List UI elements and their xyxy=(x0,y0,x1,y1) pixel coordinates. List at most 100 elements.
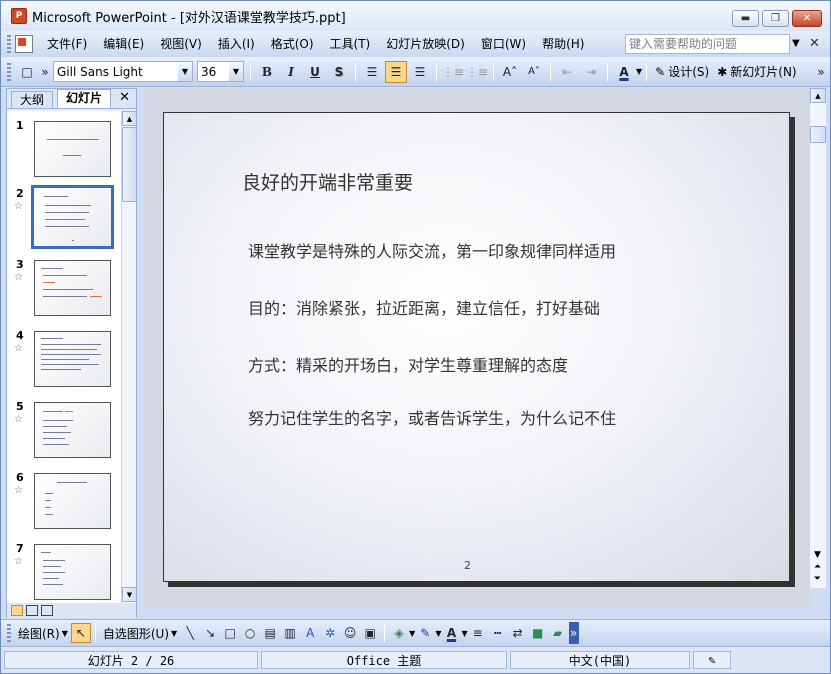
italic-button[interactable]: I xyxy=(280,61,302,83)
slide-thumbnail-row[interactable]: 3 ☆ xyxy=(7,256,121,327)
shadow-style-icon[interactable]: ■ xyxy=(528,623,548,643)
tab-slides[interactable]: 幻灯片 xyxy=(57,89,112,108)
slide-thumbnail-5[interactable] xyxy=(34,402,111,458)
thumbnails-scrollbar[interactable]: ▲ ▼ xyxy=(121,111,137,603)
font-size-select[interactable]: 36 ▼ xyxy=(197,61,244,82)
scrollbar-thumb[interactable] xyxy=(810,126,826,143)
new-document-icon[interactable]: □ xyxy=(16,61,38,83)
tab-outline[interactable]: 大纲 xyxy=(11,91,54,108)
powerpoint-app-icon[interactable]: P xyxy=(11,8,27,24)
arrow-style-icon[interactable]: ⇄ xyxy=(508,623,528,643)
slide-thumbnail-row[interactable]: 6 ☆ xyxy=(7,469,121,540)
help-dropdown-arrow-icon[interactable]: ▼ xyxy=(792,38,800,49)
toolbar-grip-handle[interactable] xyxy=(7,62,11,81)
align-center-icon[interactable]: ☰ xyxy=(385,60,407,83)
close-window-button[interactable]: ✕ xyxy=(792,10,822,27)
scroll-down-icon[interactable]: ▼ xyxy=(122,587,137,602)
menu-window[interactable]: 窗口(W) xyxy=(473,34,534,54)
scroll-down-icon[interactable]: ▼ xyxy=(814,549,821,561)
slide-body-line[interactable]: 课堂教学是特殊的人际交流，第一印象规律同样适用 xyxy=(248,238,616,262)
chevron-down-icon[interactable]: ▼ xyxy=(229,62,243,81)
close-document-icon[interactable]: ✕ xyxy=(809,36,820,51)
maximize-button[interactable]: ❐ xyxy=(762,10,789,27)
font-color-icon[interactable]: A xyxy=(441,623,461,643)
slide-body-line[interactable]: 方式：精采的开场白，对学生尊重理解的态度 xyxy=(248,352,568,376)
scrollbar-thumb[interactable] xyxy=(122,127,137,202)
toolbar-options-icon[interactable]: » xyxy=(816,61,826,83)
toolbar-options-icon[interactable]: » xyxy=(40,61,50,83)
menu-insert[interactable]: 插入(I) xyxy=(210,34,263,54)
close-pane-icon[interactable]: ✕ xyxy=(119,90,130,105)
slide-thumbnail-4[interactable] xyxy=(34,331,111,387)
minimize-button[interactable]: ▬ xyxy=(732,10,759,27)
new-slide-button[interactable]: ✱ 新幻灯片(N) xyxy=(713,63,800,80)
insert-picture-icon[interactable]: ▣ xyxy=(360,623,380,643)
line-color-icon[interactable]: ✎ xyxy=(415,623,435,643)
decrease-indent-icon[interactable]: ⇤ xyxy=(556,61,578,83)
textbox-tool-icon[interactable]: ▤ xyxy=(260,623,280,643)
font-color-dropdown-icon[interactable]: ▼ xyxy=(636,67,642,76)
font-color-icon[interactable]: A xyxy=(613,61,635,83)
slide-thumbnail-row[interactable]: 4 ☆ xyxy=(7,327,121,398)
current-slide[interactable]: 良好的开端非常重要 课堂教学是特殊的人际交流，第一印象规律同样适用 目的：消除紧… xyxy=(163,112,790,582)
slide-thumbnail-7[interactable] xyxy=(34,544,111,600)
menu-format[interactable]: 格式(O) xyxy=(263,34,322,54)
slide-thumbnail-row[interactable]: 1 xyxy=(7,117,121,188)
menu-help[interactable]: 帮助(H) xyxy=(534,34,592,54)
normal-view-icon[interactable] xyxy=(11,605,23,616)
slideshow-view-icon[interactable] xyxy=(41,605,53,616)
slide-thumbnail-row[interactable]: 2 ☆ xyxy=(7,184,121,256)
toolbar-options-icon[interactable]: » xyxy=(568,622,579,644)
3d-style-icon[interactable]: ▰ xyxy=(548,623,568,643)
menu-tools[interactable]: 工具(T) xyxy=(322,34,379,54)
help-search-input[interactable]: 键入需要帮助的问题 xyxy=(625,34,790,54)
chevron-down-icon[interactable]: ▼ xyxy=(178,62,192,81)
underline-button[interactable]: U xyxy=(304,61,326,83)
font-name-select[interactable]: Gill Sans Light ▼ xyxy=(53,61,193,82)
menu-file[interactable]: 文件(F) xyxy=(39,34,95,54)
increase-indent-icon[interactable]: ⇥ xyxy=(580,61,602,83)
select-pointer-icon[interactable]: ↖ xyxy=(70,623,91,643)
autoshapes-menu-button[interactable]: 自选图形(U) ▼ xyxy=(100,622,180,644)
slide-sorter-view-icon[interactable] xyxy=(26,605,38,616)
draw-menu-button[interactable]: 绘图(R) ▼ xyxy=(15,622,71,644)
arrow-tool-icon[interactable]: ↘ xyxy=(200,623,220,643)
document-menu-icon[interactable] xyxy=(15,35,33,53)
align-right-icon[interactable]: ☰ xyxy=(409,61,431,83)
design-button[interactable]: ✎ 设计(S) xyxy=(651,63,713,80)
slide-body-line[interactable]: 努力记住学生的名字，或者告诉学生，为什么记不住 xyxy=(248,405,616,429)
rectangle-tool-icon[interactable]: □ xyxy=(220,623,240,643)
scroll-up-icon[interactable]: ▲ xyxy=(122,111,137,126)
next-slide-icon[interactable]: ⏷ xyxy=(814,573,821,585)
slide-thumbnail-row[interactable]: 5 ☆ xyxy=(7,398,121,469)
align-left-icon[interactable]: ☰ xyxy=(361,61,383,83)
decrease-font-size-icon[interactable]: A˅ xyxy=(523,61,545,83)
slide-body-line[interactable]: 目的：消除紧张，拉近距离，建立信任，打好基础 xyxy=(248,295,600,319)
menu-edit[interactable]: 编辑(E) xyxy=(95,34,152,54)
bullets-icon[interactable]: ⋮≡ xyxy=(466,61,488,83)
slide-thumbnail-2-selected[interactable] xyxy=(30,184,115,250)
line-style-icon[interactable]: ≡ xyxy=(468,623,488,643)
oval-tool-icon[interactable]: ○ xyxy=(240,623,260,643)
line-tool-icon[interactable]: ╲ xyxy=(180,623,200,643)
increase-font-size-icon[interactable]: A˄ xyxy=(499,61,521,83)
main-vertical-scrollbar[interactable]: ▲ xyxy=(809,88,826,588)
menu-view[interactable]: 视图(V) xyxy=(152,34,210,54)
bold-button[interactable]: B xyxy=(256,61,278,83)
menu-slideshow[interactable]: 幻灯片放映(D) xyxy=(378,34,473,54)
slide-title[interactable]: 良好的开端非常重要 xyxy=(242,168,413,195)
slide-thumbnail-1[interactable] xyxy=(34,121,111,177)
slide-thumbnail-row[interactable]: 7 ☆ xyxy=(7,540,121,603)
spellcheck-icon[interactable]: ✎ xyxy=(693,651,731,669)
previous-slide-icon[interactable]: ⏶ xyxy=(814,561,821,573)
diagram-icon[interactable]: ✲ xyxy=(320,623,340,643)
slide-thumbnail-3[interactable] xyxy=(34,260,111,316)
drawbar-grip-handle[interactable] xyxy=(7,624,11,642)
wordart-icon[interactable]: A xyxy=(300,623,320,643)
vertical-textbox-icon[interactable]: ▥ xyxy=(280,623,300,643)
slide-thumbnail-6[interactable] xyxy=(34,473,111,529)
fill-color-icon[interactable]: ◈ xyxy=(389,623,409,643)
dash-style-icon[interactable]: ┅ xyxy=(488,623,508,643)
scroll-up-icon[interactable]: ▲ xyxy=(810,88,826,103)
clipart-icon[interactable]: ☺ xyxy=(340,623,360,643)
